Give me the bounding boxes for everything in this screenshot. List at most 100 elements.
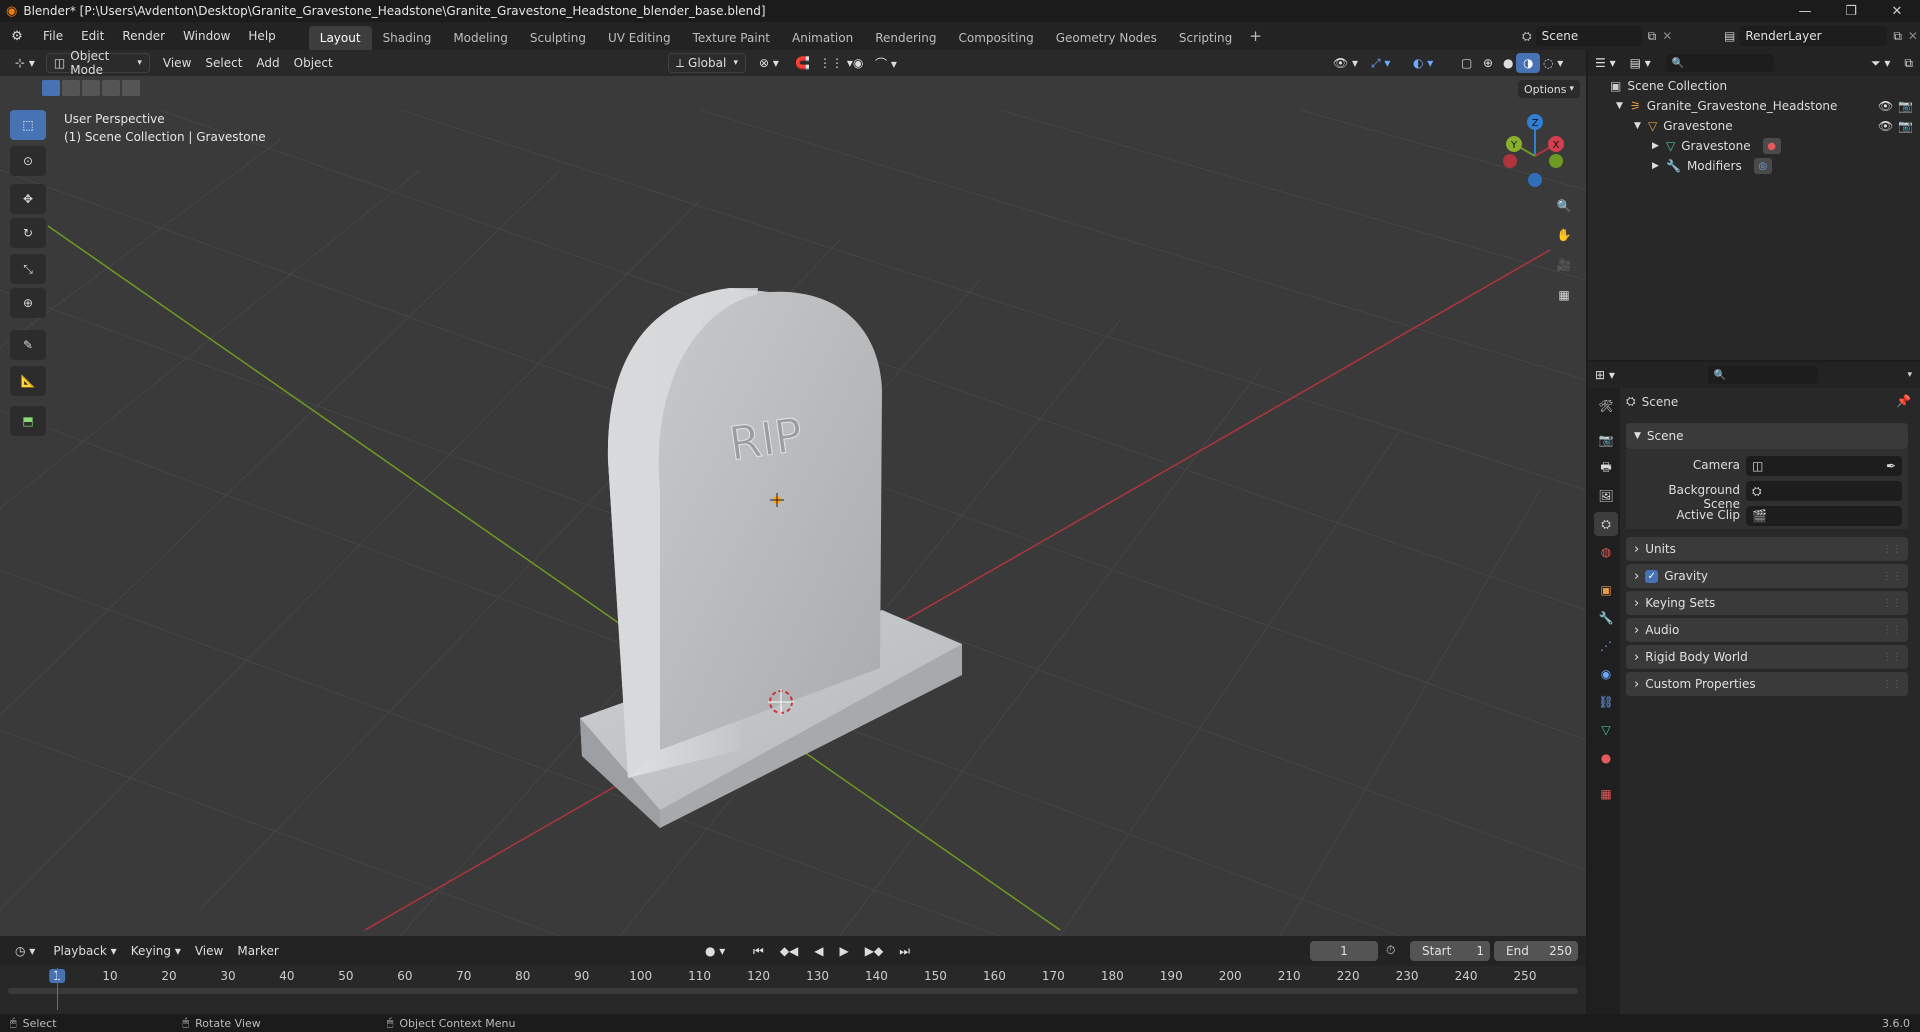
render-tab[interactable]: 📷 bbox=[1594, 428, 1618, 452]
panel-custom-properties[interactable]: › Custom Properties ⋮⋮ bbox=[1626, 672, 1908, 696]
texture-tab[interactable]: ▦ bbox=[1594, 782, 1618, 806]
select-extend-icon[interactable] bbox=[62, 80, 80, 96]
jump-keyframe-back-icon[interactable]: ◆◀ bbox=[773, 941, 805, 961]
panel-units[interactable]: › Units ⋮⋮ bbox=[1626, 537, 1908, 561]
rotate-tool[interactable]: ↻ bbox=[10, 218, 46, 248]
blender-menu-icon[interactable]: ⚙ bbox=[0, 29, 34, 44]
timeline-menu-playback[interactable]: Playback ▾ bbox=[46, 941, 123, 961]
world-tab[interactable]: ◍ bbox=[1594, 540, 1618, 564]
timeline-menu-marker[interactable]: Marker bbox=[230, 941, 285, 961]
annotate-tool[interactable]: ✎ bbox=[10, 330, 46, 360]
options-dropdown[interactable]: Options ▾ bbox=[1518, 80, 1580, 98]
auto-keying-icon[interactable]: ● ▾ bbox=[698, 941, 732, 961]
tab-shading[interactable]: Shading bbox=[372, 26, 443, 50]
menu-help[interactable]: Help bbox=[239, 25, 284, 47]
tab-uv-editing[interactable]: UV Editing bbox=[597, 26, 682, 50]
background-scene-field[interactable]: ⛭ bbox=[1746, 481, 1902, 501]
add-cube-tool[interactable]: ⬒ bbox=[10, 406, 46, 436]
scene-field[interactable]: Scene bbox=[1535, 26, 1642, 46]
eye-icon[interactable]: 👁 bbox=[1878, 99, 1893, 113]
camera-render-icon[interactable]: 📷 bbox=[1898, 119, 1913, 133]
menu-render[interactable]: Render bbox=[113, 25, 174, 47]
select-invert-icon[interactable] bbox=[102, 80, 120, 96]
transform-orientation-dropdown[interactable]: ⟂ Global ▾ bbox=[668, 53, 746, 73]
timeline-editor-icon[interactable]: ◷ ▾ bbox=[8, 941, 42, 961]
output-tab[interactable]: 🖶 bbox=[1594, 456, 1618, 480]
measure-tool[interactable]: 📐 bbox=[10, 366, 46, 396]
gizmo-neg-x-handle[interactable] bbox=[1503, 154, 1517, 168]
view-layer-tab[interactable]: 🖼 bbox=[1594, 484, 1618, 508]
jump-keyframe-forward-icon[interactable]: ▶◆ bbox=[858, 941, 890, 961]
view-layer-selector[interactable]: ▤ RenderLayer ⧉ ✕ bbox=[1724, 26, 1918, 46]
falloff-icon[interactable]: ⌒ ▾ bbox=[868, 53, 904, 73]
eye-icon[interactable]: 👁 bbox=[1878, 119, 1893, 133]
object-tab[interactable]: ▣ bbox=[1594, 578, 1618, 602]
active-clip-field[interactable]: 🎬 bbox=[1746, 506, 1902, 526]
constraints-tab[interactable]: ⛓ bbox=[1594, 690, 1618, 714]
outliner-row-modifiers[interactable]: ▶ 🔧 Modifiers ◎ bbox=[1652, 156, 1772, 176]
menu-file[interactable]: File bbox=[34, 25, 72, 47]
viewport-menu-add[interactable]: Add bbox=[249, 53, 286, 73]
start-frame-field[interactable]: Start 1 bbox=[1410, 941, 1490, 961]
select-intersect-icon[interactable] bbox=[122, 80, 140, 96]
viewport-menu-select[interactable]: Select bbox=[198, 53, 249, 73]
rendered-shading-icon[interactable]: ◌ ▾ bbox=[1536, 53, 1570, 73]
outliner-editor-icon[interactable]: ☰ ▾ bbox=[1588, 53, 1623, 73]
view-layer-field[interactable]: RenderLayer bbox=[1739, 26, 1888, 46]
visibility-icon[interactable]: 👁 ▾ bbox=[1326, 53, 1365, 73]
panel-rigid-body-world[interactable]: › Rigid Body World ⋮⋮ bbox=[1626, 645, 1908, 669]
outliner-row-headstone-collection[interactable]: ▼ ⚞ Granite_Gravestone_Headstone 👁 📷 bbox=[1616, 96, 1914, 116]
outliner-row-scene-collection[interactable]: ▣ Scene Collection bbox=[1610, 76, 1727, 96]
timeline-menu-view[interactable]: View bbox=[188, 941, 230, 961]
viewport-menu-object[interactable]: Object bbox=[287, 53, 340, 73]
material-tab[interactable]: ● bbox=[1594, 746, 1618, 770]
gizmo-toggle-icon[interactable]: ⤢ ▾ bbox=[1364, 53, 1397, 73]
disclosure-closed-icon[interactable]: ▶ bbox=[1652, 161, 1666, 171]
play-icon[interactable]: ▶ bbox=[833, 941, 856, 961]
end-frame-field[interactable]: End 250 bbox=[1494, 941, 1578, 961]
timeline-scrollbar[interactable] bbox=[8, 988, 1578, 994]
playhead-line[interactable] bbox=[57, 968, 58, 1010]
tab-animation[interactable]: Animation bbox=[781, 26, 864, 50]
pivot-point-icon[interactable]: ⊗ ▾ bbox=[752, 53, 786, 73]
overlays-icon[interactable]: ◐ ▾ bbox=[1406, 53, 1440, 73]
tab-compositing[interactable]: Compositing bbox=[947, 26, 1044, 50]
restore-icon[interactable]: ❐ bbox=[1828, 0, 1874, 22]
physics-tab[interactable]: ◉ bbox=[1594, 662, 1618, 686]
outliner-search-input[interactable]: 🔍 bbox=[1665, 54, 1774, 72]
tab-texture-paint[interactable]: Texture Paint bbox=[682, 26, 781, 50]
modifier-badge-icon[interactable]: ◎ bbox=[1753, 158, 1772, 174]
particles-tab[interactable]: ⋰ bbox=[1594, 634, 1618, 658]
select-new-icon[interactable] bbox=[42, 80, 60, 96]
camera-render-icon[interactable]: 📷 bbox=[1898, 99, 1913, 113]
pin-icon[interactable]: 📌 bbox=[1896, 394, 1911, 408]
gravity-checkbox[interactable]: ✓ bbox=[1645, 569, 1659, 583]
tool-tab[interactable]: 🛠 bbox=[1594, 394, 1618, 418]
select-box-tool[interactable]: ⬚ bbox=[10, 110, 46, 140]
timeline-menu-keying[interactable]: Keying ▾ bbox=[124, 941, 188, 961]
properties-editor-icon[interactable]: ⊞ ▾ bbox=[1588, 365, 1622, 385]
tab-modeling[interactable]: Modeling bbox=[442, 26, 519, 50]
delete-scene-icon[interactable]: ✕ bbox=[1662, 29, 1672, 43]
select-subtract-icon[interactable] bbox=[82, 80, 100, 96]
disclosure-closed-icon[interactable]: ▶ bbox=[1652, 141, 1666, 151]
drag-handle-icon[interactable]: ⋮⋮ bbox=[1882, 544, 1902, 555]
disclosure-open-icon[interactable]: ▼ bbox=[1634, 121, 1648, 131]
outliner-row-gravestone-object[interactable]: ▼ ▽ Gravestone 👁 📷 bbox=[1634, 116, 1914, 136]
editor-type-icon[interactable]: ⊹ ▾ bbox=[8, 53, 42, 73]
viewport-menu-view[interactable]: View bbox=[156, 53, 198, 73]
delete-view-layer-icon[interactable]: ✕ bbox=[1908, 29, 1918, 43]
new-scene-icon[interactable]: ⧉ bbox=[1648, 29, 1657, 44]
3d-viewport[interactable]: RIP Z X Y bbox=[0, 50, 1586, 936]
tab-sculpting[interactable]: Sculpting bbox=[519, 26, 597, 50]
material-badge-icon[interactable]: ● bbox=[1762, 138, 1781, 154]
drag-handle-icon[interactable]: ⋮⋮ bbox=[1882, 598, 1902, 609]
move-tool[interactable]: ✥ bbox=[10, 184, 46, 214]
panel-keying-sets[interactable]: › Keying Sets ⋮⋮ bbox=[1626, 591, 1908, 615]
add-workspace-button[interactable]: + bbox=[1249, 27, 1262, 45]
zoom-button[interactable]: 🔍 bbox=[1551, 193, 1577, 219]
minimize-icon[interactable]: — bbox=[1782, 0, 1828, 22]
data-tab[interactable]: ▽ bbox=[1594, 718, 1618, 742]
drag-handle-icon[interactable]: ⋮⋮ bbox=[1882, 652, 1902, 663]
chevron-down-icon[interactable]: ▾ bbox=[1907, 370, 1912, 380]
